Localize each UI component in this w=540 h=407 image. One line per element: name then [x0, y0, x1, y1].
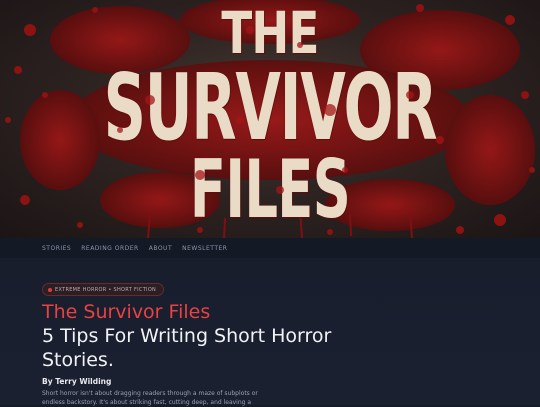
nav-item-stories[interactable]: STORIES	[42, 245, 71, 252]
article-headline: 5 Tips For Writing Short Horror Stories.	[42, 325, 332, 371]
author-byline: By Terry Wilding	[42, 377, 112, 386]
nav-item-reading-order[interactable]: READING ORDER	[81, 245, 138, 252]
red-dot-icon	[48, 287, 52, 292]
article-header: EXTREME HORROR • SHORT FICTION The Survi…	[0, 258, 540, 406]
nav-item-about[interactable]: ABOUT	[149, 245, 172, 252]
main-nav: STORIES READING ORDER ABOUT NEWSLETTER	[0, 238, 540, 258]
article-intro: Short horror isn't about dragging reader…	[42, 390, 258, 406]
category-badge-label: EXTREME HORROR • SHORT FICTION	[55, 286, 157, 293]
series-title: The Survivor Files	[42, 301, 211, 323]
category-badge: EXTREME HORROR • SHORT FICTION	[42, 283, 165, 296]
nav-item-newsletter[interactable]: NEWSLETTER	[182, 245, 227, 252]
hero-banner: THE SURVIVOR FILES	[0, 0, 540, 238]
blood-drops-overlay	[117, 26, 444, 194]
